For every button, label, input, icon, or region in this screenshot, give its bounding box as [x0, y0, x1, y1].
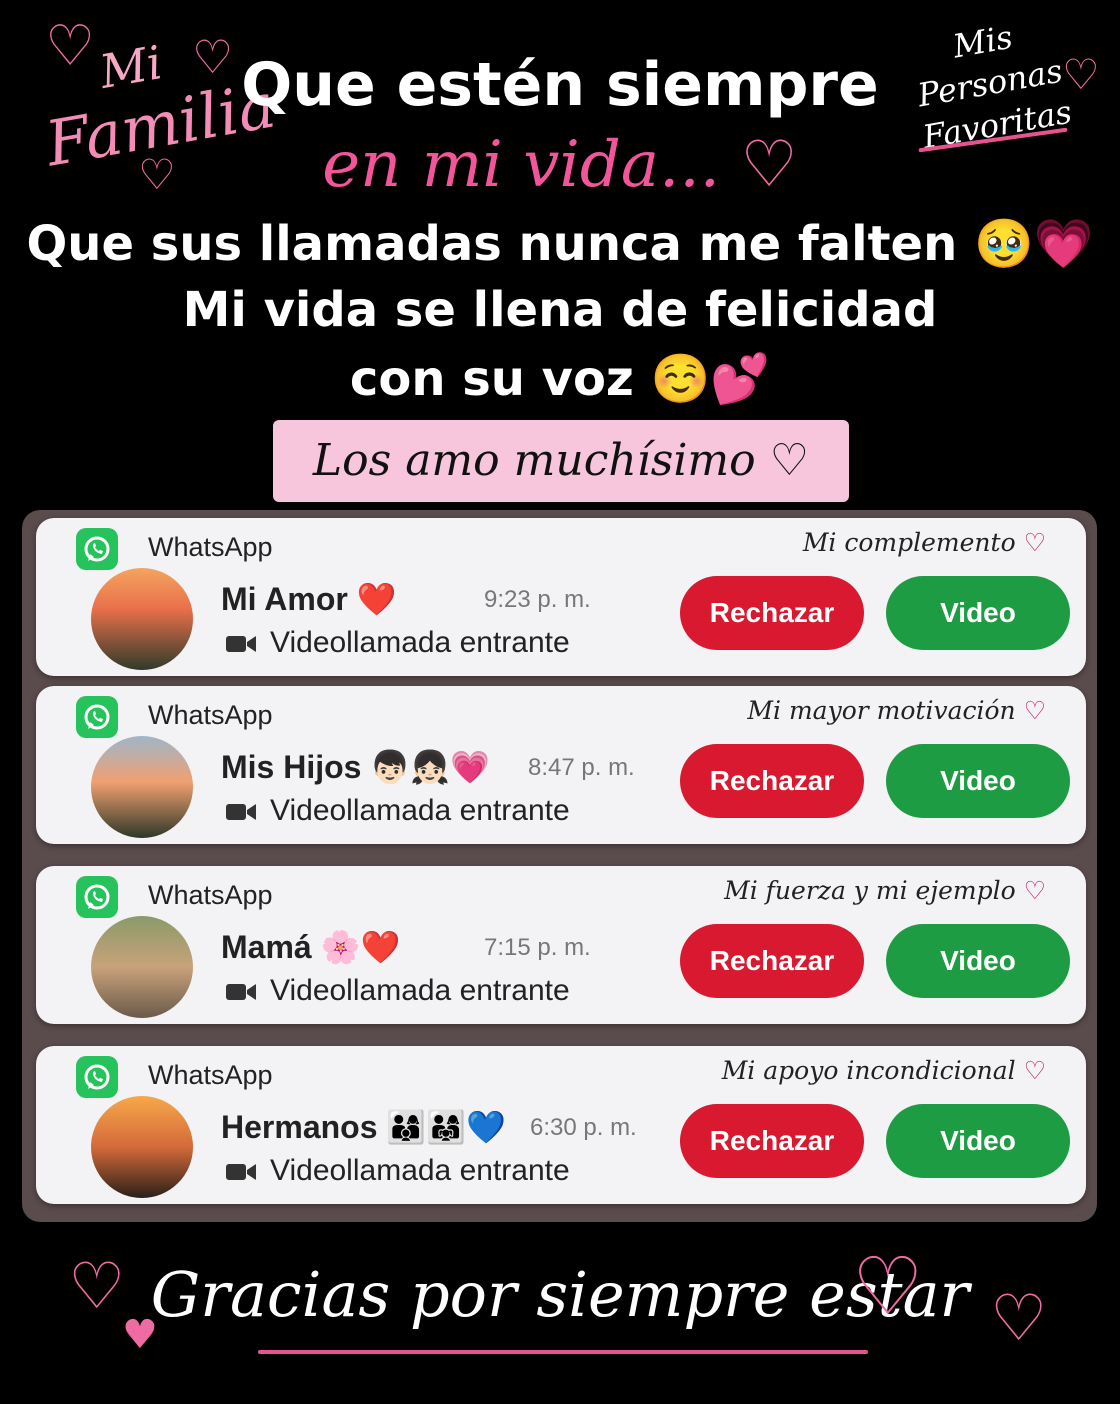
footer-text: Gracias por siempre estar: [150, 1258, 970, 1331]
heart-icon: ♡: [1023, 528, 1046, 557]
contact-name-text: Mis Hijos: [221, 749, 362, 785]
video-camera-icon: [226, 1164, 256, 1181]
title-line1: Que estén siempre: [241, 50, 879, 120]
app-name: WhatsApp: [148, 880, 273, 910]
heart-deco-icon: ♡: [990, 1282, 1048, 1356]
call-status: Videollamada entrante: [226, 1154, 570, 1188]
contact-name: Hermanos 👨‍👩‍👦👨‍👩‍👧💙: [221, 1108, 506, 1146]
contact-name-text: Mi Amor: [221, 581, 348, 617]
heart-icon: ♡: [720, 128, 798, 202]
message-line3: con su voz ☺️💕: [0, 350, 1120, 407]
contact-avatar: [91, 568, 193, 670]
badge-text: Los amo muchísimo: [312, 435, 756, 486]
line1-emoji: 🥹💗: [973, 216, 1094, 272]
heart-icon: ♡: [1023, 876, 1046, 905]
message-line1: Que sus llamadas nunca me falten 🥹💗: [0, 215, 1120, 272]
status-text: Videollamada entrante: [270, 974, 570, 1007]
status-text: Videollamada entrante: [270, 794, 570, 827]
contact-name-text: Hermanos: [221, 1109, 378, 1145]
heart-icon: ♡: [1023, 1056, 1046, 1085]
call-status: Videollamada entrante: [226, 626, 570, 660]
contact-name: Mamá 🌸❤️: [221, 928, 400, 966]
contact-name: Mi Amor ❤️: [221, 580, 397, 618]
reject-button[interactable]: Rechazar: [680, 576, 864, 650]
video-button[interactable]: Video: [886, 744, 1070, 818]
incoming-call-card[interactable]: WhatsApp Mi fuerza y mi ejemplo ♡ Mamá 🌸…: [36, 866, 1086, 1024]
call-time: 6:30 p. m.: [530, 1114, 637, 1141]
incoming-call-card[interactable]: WhatsApp Mi apoyo incondicional ♡ Herman…: [36, 1046, 1086, 1204]
card-tagline: Mi apoyo incondicional ♡: [722, 1056, 1046, 1085]
heart-deco-icon: ♥: [122, 1312, 158, 1358]
call-time: 7:15 p. m.: [484, 934, 591, 961]
app-name: WhatsApp: [148, 700, 273, 730]
video-button[interactable]: Video: [886, 576, 1070, 650]
contact-emoji: 🌸❤️: [320, 929, 401, 965]
whatsapp-icon: [76, 528, 118, 570]
tagline-text: Mi complemento: [802, 528, 1016, 557]
line3-emoji: ☺️💕: [650, 351, 771, 407]
video-camera-icon: [226, 984, 256, 1001]
card-tagline: Mi mayor motivación ♡: [747, 696, 1046, 725]
app-name: WhatsApp: [148, 532, 273, 562]
status-text: Videollamada entrante: [270, 626, 570, 659]
call-status: Videollamada entrante: [226, 794, 570, 828]
line3-text: con su voz: [349, 351, 634, 407]
title-line2: en mi vida... ♡: [0, 128, 1120, 202]
reject-button[interactable]: Rechazar: [680, 744, 864, 818]
contact-emoji: ❤️: [356, 581, 397, 617]
call-time: 8:47 p. m.: [528, 754, 635, 781]
call-status: Videollamada entrante: [226, 974, 570, 1008]
card-tagline: Mi fuerza y mi ejemplo ♡: [724, 876, 1046, 905]
reject-button[interactable]: Rechazar: [680, 1104, 864, 1178]
footer-underline: [258, 1350, 868, 1354]
incoming-call-card[interactable]: WhatsApp Mi mayor motivación ♡ Mis Hijos…: [36, 686, 1086, 844]
message-line2: Mi vida se llena de felicidad: [182, 282, 938, 338]
heart-deco-icon: ♡: [68, 1250, 126, 1324]
video-camera-icon: [226, 804, 256, 821]
heart-icon: ♡: [769, 435, 810, 486]
contact-emoji: 👨‍👩‍👦👨‍👩‍👧💙: [386, 1109, 506, 1145]
tagline-text: Mi fuerza y mi ejemplo: [724, 876, 1016, 905]
app-name: WhatsApp: [148, 1060, 273, 1090]
contact-avatar: [91, 916, 193, 1018]
contact-emoji: 👦🏻👧🏻💗: [370, 749, 490, 785]
title-line2-text: en mi vida...: [322, 128, 720, 202]
whatsapp-icon: [76, 696, 118, 738]
heart-deco-icon: ♡: [852, 1240, 924, 1333]
status-text: Videollamada entrante: [270, 1154, 570, 1187]
contact-name: Mis Hijos 👦🏻👧🏻💗: [221, 748, 490, 786]
whatsapp-icon: [76, 876, 118, 918]
heart-icon: ♡: [1023, 696, 1046, 725]
reject-button[interactable]: Rechazar: [680, 924, 864, 998]
video-button[interactable]: Video: [886, 924, 1070, 998]
call-time: 9:23 p. m.: [484, 586, 591, 613]
card-tagline: Mi complemento ♡: [803, 528, 1046, 557]
tagline-text: Mi mayor motivación: [747, 696, 1016, 725]
video-button[interactable]: Video: [886, 1104, 1070, 1178]
incoming-call-card[interactable]: WhatsApp Mi complemento ♡ Mi Amor ❤️ 9:2…: [36, 518, 1086, 676]
video-camera-icon: [226, 636, 256, 653]
contact-name-text: Mamá: [221, 929, 312, 965]
love-badge: Los amo muchísimo ♡: [273, 420, 849, 502]
contact-avatar: [91, 1096, 193, 1198]
contact-avatar: [91, 736, 193, 838]
whatsapp-icon: [76, 1056, 118, 1098]
line1-text: Que sus llamadas nunca me falten: [26, 216, 958, 272]
tagline-text: Mi apoyo incondicional: [721, 1056, 1016, 1085]
